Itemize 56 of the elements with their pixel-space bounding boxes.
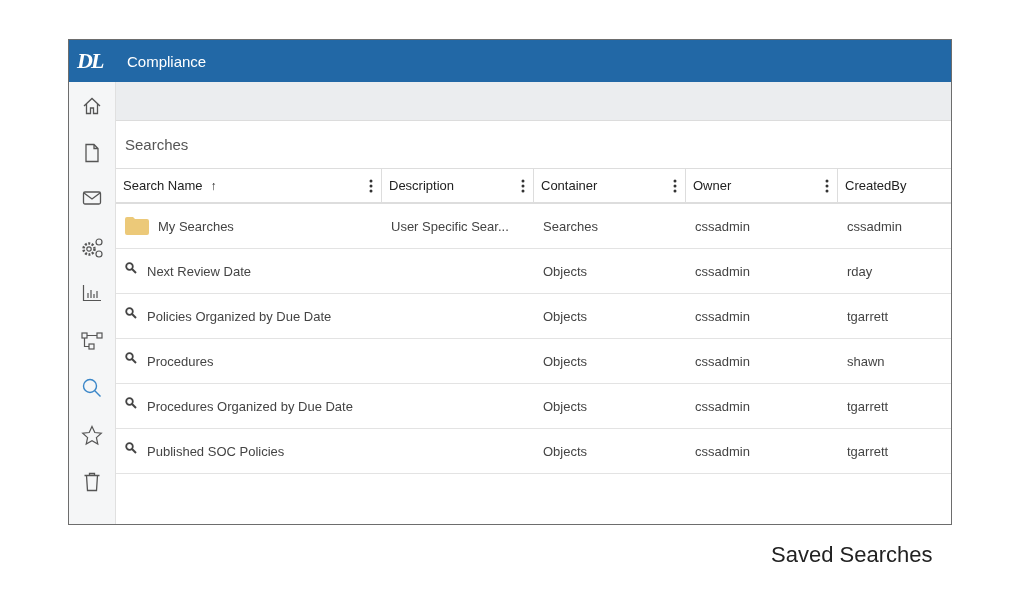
column-menu-icon[interactable]	[825, 178, 829, 193]
column-header[interactable]: Description	[382, 169, 534, 202]
table-row[interactable]: Policies Organized by Due Date Objects cssadmin tgarrett	[116, 294, 951, 339]
table-cell: cssadmin	[695, 354, 750, 368]
column-menu-icon[interactable]	[369, 178, 373, 193]
table-row[interactable]: Procedures Objects cssadmin shawn	[116, 339, 951, 384]
table-cell: User Specific Sear...	[391, 219, 509, 233]
column-menu-icon[interactable]	[673, 178, 677, 193]
table-cell: Procedures Organized by Due Date	[147, 399, 353, 413]
table-cell: cssadmin	[695, 444, 750, 458]
table-cell: tgarrett	[847, 444, 889, 458]
table-cell: cssadmin	[695, 309, 750, 323]
table-cell: shawn	[847, 354, 885, 368]
column-menu-icon[interactable]	[521, 178, 525, 193]
column-label: Container	[541, 178, 598, 193]
app-title: Compliance	[127, 52, 207, 70]
column-header[interactable]: Container	[534, 169, 686, 202]
table-cell: cssadmin	[847, 219, 902, 233]
search-icon	[125, 352, 137, 364]
table-cell: tgarrett	[847, 399, 889, 413]
table-row[interactable]: Next Review Date Objects cssadmin rday	[116, 249, 951, 294]
search-icon	[125, 397, 137, 409]
table-row[interactable]: Published SOC Policies Objects cssadmin tgarrett	[116, 429, 951, 474]
column-label: Search Name	[123, 178, 203, 193]
table-row[interactable]: Procedures Organized by Due Date Objects cssadmin tgarrett	[116, 384, 951, 429]
table-row[interactable]: My Searches User Specific Sear... Searches cssadmin cssadmin	[116, 204, 951, 249]
caption: Saved Searches	[771, 542, 933, 568]
logo: DL	[77, 48, 104, 74]
table-cell: My Searches	[158, 219, 234, 233]
search-icon	[125, 307, 137, 319]
table-cell: rday	[847, 264, 873, 278]
search-icon	[125, 442, 137, 454]
table-cell: Objects	[543, 354, 588, 368]
column-label: Owner	[693, 178, 732, 193]
table-cell: Objects	[543, 264, 588, 278]
table-cell: tgarrett	[847, 309, 889, 323]
table-cell: cssadmin	[695, 219, 750, 233]
table-cell: Published SOC Policies	[147, 444, 285, 458]
column-header[interactable]: Search Name ↑	[116, 169, 382, 202]
table-cell: Objects	[543, 399, 588, 413]
table-cell: cssadmin	[695, 264, 750, 278]
table-cell: Policies Organized by Due Date	[147, 309, 332, 323]
column-label: Description	[389, 178, 455, 193]
search-icon	[125, 262, 137, 274]
table-cell: Objects	[543, 309, 588, 323]
table-cell: Objects	[543, 444, 588, 458]
table-cell: Procedures	[147, 354, 214, 368]
table-cell: cssadmin	[695, 399, 750, 413]
column-header[interactable]: Owner	[686, 169, 838, 202]
column-header[interactable]: CreatedBy	[838, 169, 951, 202]
sort-arrow: ↑	[210, 178, 217, 193]
table-cell: Searches	[543, 219, 598, 233]
table-cell: Next Review Date	[147, 264, 252, 278]
folder-icon	[125, 217, 149, 235]
column-label: CreatedBy	[845, 178, 907, 193]
panel-title: Searches	[116, 121, 951, 169]
